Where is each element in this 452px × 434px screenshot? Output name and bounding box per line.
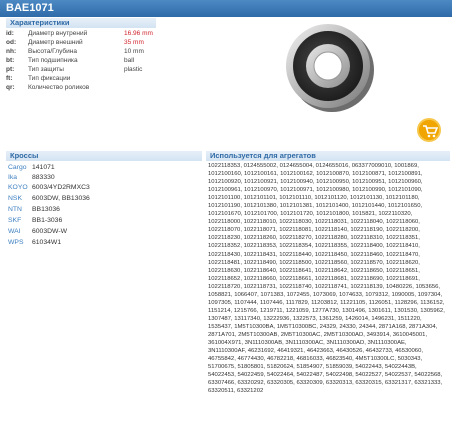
spec-label: Высота/Глубина (28, 48, 77, 55)
spec-label: Диаметр внешний (28, 39, 83, 46)
spec-code: ft: (6, 75, 13, 82)
spec-code: pt: (6, 66, 15, 73)
cart-icon (423, 125, 438, 138)
spec-label: Количество роликов (28, 84, 90, 91)
spec-code: id: (6, 30, 14, 37)
crosses-heading: Кроссы (6, 151, 202, 161)
title-bar: BAE1071 (0, 0, 452, 17)
spec-value: ball (124, 57, 135, 64)
cross-number: 6003DW, BB13036 (32, 195, 90, 202)
spec-label: Диаметр внутрений (28, 30, 88, 37)
spec-value: 35 mm (124, 39, 144, 46)
spec-label: Тип подшипника (28, 57, 78, 64)
spec-code: od: (6, 39, 17, 46)
cross-number: BB13036 (32, 206, 60, 213)
cross-number: BB1-3036 (32, 217, 63, 224)
usage-heading: Используется для агрегатов (206, 151, 450, 161)
usage-list: 1022118353, 0124555002, 0124655004, 0124… (208, 163, 445, 395)
spec-label: Тип фиксации (28, 75, 71, 82)
part-title: BAE1071 (6, 2, 54, 14)
cross-number: 6003/4YD2RMXC3 (32, 184, 90, 191)
cross-number: 141071 (32, 164, 55, 171)
spec-value: 10 mm (124, 48, 144, 55)
spec-code: bt: (6, 57, 15, 64)
cross-number: 883330 (32, 174, 55, 181)
3d-view-badge[interactable] (417, 118, 441, 142)
spec-code: qr: (6, 84, 15, 91)
cross-number: 6003DW-W (32, 228, 67, 235)
spec-code: nh: (6, 48, 17, 55)
spec-label: Тип защиты (28, 66, 64, 73)
spec-value: 16.96 mm (124, 30, 153, 37)
bearing-illustration (286, 24, 374, 112)
cross-number: 61034W1 (32, 239, 62, 246)
specs-heading: Характеристики (6, 18, 156, 28)
spec-value: plastic (124, 66, 143, 73)
bearing-image (282, 20, 377, 115)
